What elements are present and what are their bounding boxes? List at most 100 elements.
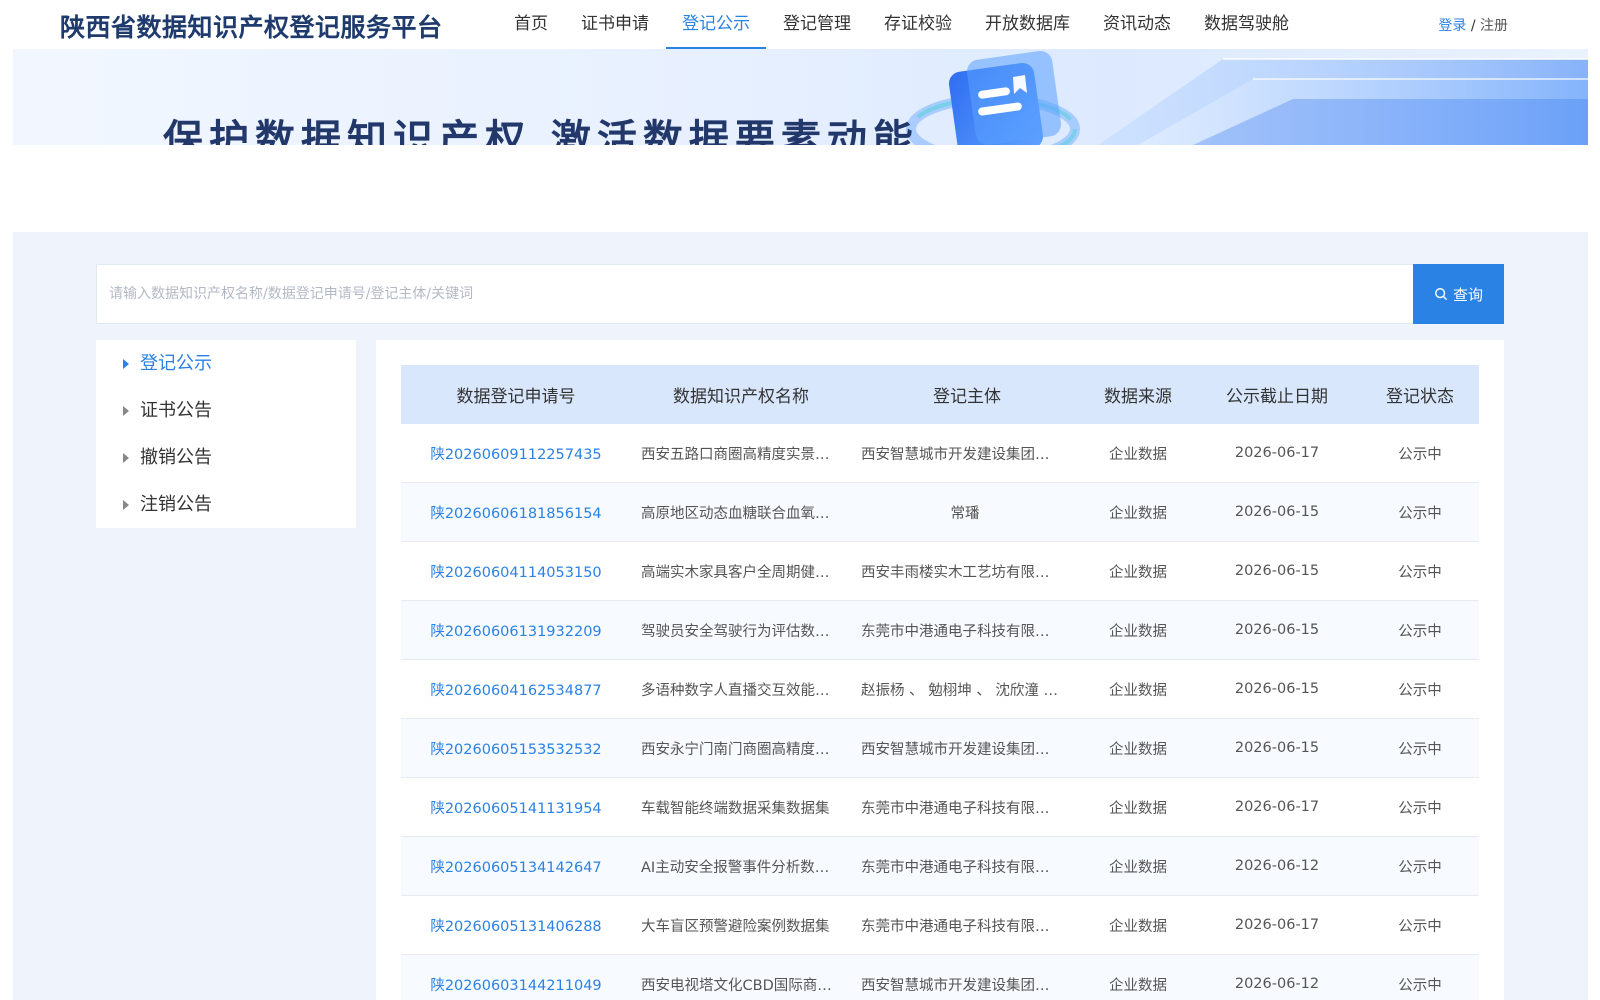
table-row[interactable]: 陕20260604114053150 高端实木家具客户全周期健… 西安丰雨楼实木… xyxy=(401,542,1479,601)
application-number-link[interactable]: 陕20260605141131954 xyxy=(401,797,631,818)
application-number-link[interactable]: 陕20260603144211049 xyxy=(401,974,631,995)
ip-name-cell: 高端实木家具客户全周期健… xyxy=(641,564,830,581)
application-number-link[interactable]: 陕20260605131406288 xyxy=(401,915,631,936)
table-row[interactable]: 陕20260603144211049 西安电视塔文化CBD国际商… 西安智慧城市… xyxy=(401,955,1479,1000)
nav-item-evidence-verification[interactable]: 存证校验 xyxy=(868,0,968,49)
registrant-cell: 东莞市中港通电子科技有限… xyxy=(861,859,1050,876)
header-status: 登记状态 xyxy=(1386,387,1454,407)
data-source-cell: 企业数据 xyxy=(1109,800,1167,817)
sidebar-item-registration-publicity[interactable]: 登记公示 xyxy=(96,340,356,387)
table-row[interactable]: 陕20260609112257435 西安五路口商圈高精度实景… 西安智慧城市开… xyxy=(401,424,1479,483)
deadline-cell: 2026-06-15 xyxy=(1234,681,1320,697)
deadline-cell: 2026-06-17 xyxy=(1234,445,1320,461)
registrant-cell: 西安智慧城市开发建设集团… xyxy=(861,741,1050,758)
data-source-cell: 企业数据 xyxy=(1109,446,1167,463)
status-cell: 公示中 xyxy=(1398,977,1442,994)
registrant-cell: 赵振杨 、 勉栩坤 、 沈欣潼 … xyxy=(861,682,1059,699)
application-number-link[interactable]: 陕20260609112257435 xyxy=(401,443,631,464)
search-input[interactable] xyxy=(97,265,1413,323)
application-number-link[interactable]: 陕20260605153532532 xyxy=(401,738,631,759)
ip-name-cell: 西安五路口商圈高精度实景… xyxy=(641,446,830,463)
ip-name-cell: 多语种数字人直播交互效能… xyxy=(641,682,830,699)
sidebar-item-cancellation-announcement[interactable]: 注销公告 xyxy=(96,481,356,528)
status-cell: 公示中 xyxy=(1398,859,1442,876)
table-row[interactable]: 陕20260605131406288 大车盲区预警避险案例数据集 东莞市中港通电… xyxy=(401,896,1479,955)
table-row[interactable]: 陕20260604162534877 多语种数字人直播交互效能… 赵振杨 、 勉… xyxy=(401,660,1479,719)
deadline-cell: 2026-06-17 xyxy=(1234,917,1320,933)
registrant-cell: 西安智慧城市开发建设集团… xyxy=(861,446,1050,463)
nav-item-news[interactable]: 资讯动态 xyxy=(1087,0,1187,49)
nav-item-certificate-apply[interactable]: 证书申请 xyxy=(565,0,665,49)
ip-name-cell: 大车盲区预警避险案例数据集 xyxy=(641,918,830,935)
data-source-cell: 企业数据 xyxy=(1109,859,1167,876)
status-cell: 公示中 xyxy=(1398,800,1442,817)
table-row[interactable]: 陕20260606131932209 驾驶员安全驾驶行为评估数… 东莞市中港通电… xyxy=(401,601,1479,660)
search-button[interactable]: 查询 xyxy=(1413,264,1504,324)
registrant-cell: 西安丰雨楼实木工艺坊有限… xyxy=(861,564,1050,581)
caret-right-icon xyxy=(123,406,129,416)
sidebar-item-certificate-announcement[interactable]: 证书公告 xyxy=(96,387,356,434)
registrant-cell: 东莞市中港通电子科技有限… xyxy=(861,623,1050,640)
status-cell: 公示中 xyxy=(1398,446,1442,463)
site-title[interactable]: 陕西省数据知识产权登记服务平台 xyxy=(60,8,443,44)
header-registrant: 登记主体 xyxy=(933,387,1001,407)
status-cell: 公示中 xyxy=(1398,682,1442,699)
header-deadline: 公示截止日期 xyxy=(1226,387,1328,407)
nav-item-registration-management[interactable]: 登记管理 xyxy=(767,0,867,49)
nav-item-home[interactable]: 首页 xyxy=(498,0,564,49)
hero-banner: 保护数据知识产权 激活数据要素动能 xyxy=(13,49,1588,145)
sidebar-item-label: 撤销公告 xyxy=(140,447,212,468)
page: 陕西省数据知识产权登记服务平台 首页 证书申请 登记公示 登记管理 存证校验 开… xyxy=(0,0,1600,1000)
data-source-cell: 企业数据 xyxy=(1109,977,1167,994)
deadline-cell: 2026-06-12 xyxy=(1234,976,1320,992)
header-ip-name: 数据知识产权名称 xyxy=(673,387,809,407)
ip-name-cell: AI主动安全报警事件分析数… xyxy=(641,859,830,876)
login-link[interactable]: 登录 xyxy=(1438,18,1466,34)
nav-item-registration-publicity[interactable]: 登记公示 xyxy=(666,0,766,49)
search-button-label: 查询 xyxy=(1452,286,1483,304)
nav-item-open-database[interactable]: 开放数据库 xyxy=(969,0,1086,49)
ip-name-cell: 车载智能终端数据采集数据集 xyxy=(641,800,830,817)
auth-separator: / xyxy=(1466,18,1480,34)
status-cell: 公示中 xyxy=(1398,505,1442,522)
data-source-cell: 企业数据 xyxy=(1109,741,1167,758)
application-number-link[interactable]: 陕20260604114053150 xyxy=(401,561,631,582)
data-source-cell: 企业数据 xyxy=(1109,682,1167,699)
deadline-cell: 2026-06-17 xyxy=(1234,799,1320,815)
search-icon xyxy=(1435,288,1447,300)
table-panel: 数据登记申请号 数据知识产权名称 登记主体 数据来源 公示截止日期 登记状态 陕… xyxy=(376,340,1504,1000)
data-source-cell: 企业数据 xyxy=(1109,505,1167,522)
registrant-cell: 西安智慧城市开发建设集团… xyxy=(861,977,1050,994)
header-application-number: 数据登记申请号 xyxy=(456,387,576,407)
header-data-source: 数据来源 xyxy=(1104,387,1172,407)
search-bar: 查询 xyxy=(96,264,1504,324)
register-link[interactable]: 注册 xyxy=(1480,18,1508,34)
deadline-cell: 2026-06-15 xyxy=(1234,622,1320,638)
caret-right-icon xyxy=(123,359,129,369)
sidebar-menu: 登记公示 证书公告 撤销公告 注销公告 xyxy=(96,340,356,528)
application-number-link[interactable]: 陕20260606131932209 xyxy=(401,620,631,641)
application-number-link[interactable]: 陕20260606181856154 xyxy=(401,502,631,523)
data-source-cell: 企业数据 xyxy=(1109,564,1167,581)
table-header: 数据登记申请号 数据知识产权名称 登记主体 数据来源 公示截止日期 登记状态 xyxy=(401,365,1479,424)
deadline-cell: 2026-06-12 xyxy=(1234,858,1320,874)
table-row[interactable]: 陕20260605141131954 车载智能终端数据采集数据集 东莞市中港通电… xyxy=(401,778,1479,837)
ip-name-cell: 西安永宁门南门商圈高精度… xyxy=(641,741,830,758)
status-cell: 公示中 xyxy=(1398,564,1442,581)
sidebar-item-revocation-announcement[interactable]: 撤销公告 xyxy=(96,434,356,481)
caret-right-icon xyxy=(123,500,129,510)
table-row[interactable]: 陕20260605134142647 AI主动安全报警事件分析数… 东莞市中港通… xyxy=(401,837,1479,896)
deadline-cell: 2026-06-15 xyxy=(1234,563,1320,579)
ip-name-cell: 驾驶员安全驾驶行为评估数… xyxy=(641,623,830,640)
registrant-cell: 东莞市中港通电子科技有限… xyxy=(861,918,1050,935)
data-source-cell: 企业数据 xyxy=(1109,918,1167,935)
table-row[interactable]: 陕20260606181856154 高原地区动态血糖联合血氧… 常璠 企业数据… xyxy=(401,483,1479,542)
deadline-cell: 2026-06-15 xyxy=(1234,504,1320,520)
sidebar-item-label: 注销公告 xyxy=(140,494,212,515)
registrant-cell: 东莞市中港通电子科技有限… xyxy=(861,800,1050,817)
nav-item-data-cockpit[interactable]: 数据驾驶舱 xyxy=(1188,0,1305,49)
application-number-link[interactable]: 陕20260605134142647 xyxy=(401,856,631,877)
application-number-link[interactable]: 陕20260604162534877 xyxy=(401,679,631,700)
table-row[interactable]: 陕20260605153532532 西安永宁门南门商圈高精度… 西安智慧城市开… xyxy=(401,719,1479,778)
sidebar-item-label: 证书公告 xyxy=(140,400,212,421)
